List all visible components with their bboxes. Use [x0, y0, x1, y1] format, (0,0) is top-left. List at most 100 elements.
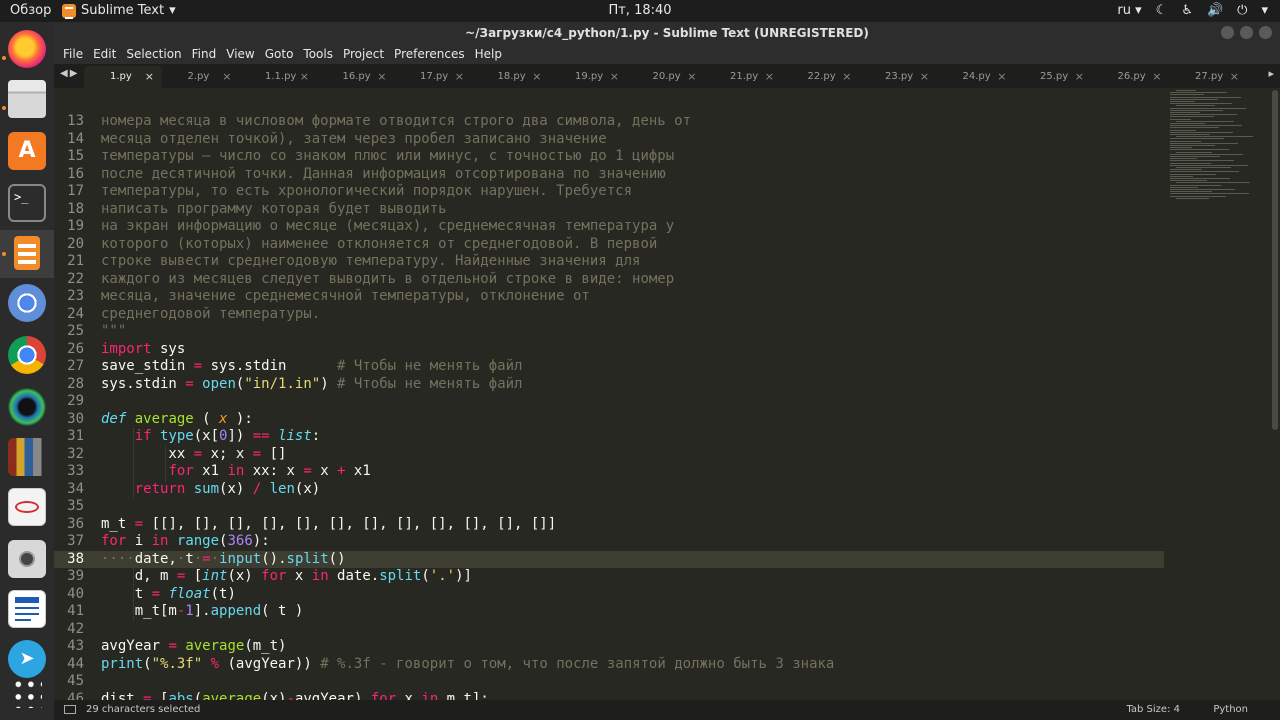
- code-line[interactable]: 45: [54, 673, 1164, 691]
- close-tab-icon[interactable]: ×: [842, 66, 851, 88]
- close-tab-icon[interactable]: ×: [300, 66, 309, 88]
- maximize-button[interactable]: [1240, 26, 1253, 39]
- menu-view[interactable]: View: [221, 44, 259, 64]
- volume-icon[interactable]: 🔊: [1207, 3, 1223, 18]
- tab-25-py[interactable]: 25.py ×: [1014, 66, 1092, 88]
- close-tab-icon[interactable]: ×: [687, 66, 696, 88]
- close-tab-icon[interactable]: ×: [920, 66, 929, 88]
- menu-help[interactable]: Help: [470, 44, 507, 64]
- code-line[interactable]: 30 def average ( x ):: [54, 411, 1164, 429]
- menu-file[interactable]: File: [58, 44, 88, 64]
- code-line[interactable]: 44 print("%.3f" % (avgYear)) # %.3f - гов…: [54, 656, 1164, 674]
- tab-22-py[interactable]: 22.py ×: [782, 66, 860, 88]
- code-line[interactable]: 16 после десятичной точки. Данная информа…: [54, 166, 1164, 184]
- tab-19-py[interactable]: 19.py ×: [549, 66, 627, 88]
- code-line[interactable]: 43 avgYear = average(m_t): [54, 638, 1164, 656]
- code-line[interactable]: 23 месяца, значение среднемесячной темпер…: [54, 288, 1164, 306]
- clock[interactable]: Пт, 18:40: [0, 3, 1280, 18]
- code-line[interactable]: 21 строке вывести среднегодовую температу…: [54, 253, 1164, 271]
- close-tab-icon[interactable]: ×: [1075, 66, 1084, 88]
- menu-goto[interactable]: Goto: [260, 44, 299, 64]
- chevron-down-icon[interactable]: ▾: [1261, 3, 1268, 18]
- tab-2-py[interactable]: 2.py ×: [162, 66, 240, 88]
- calibre-icon[interactable]: [8, 438, 46, 476]
- code-line[interactable]: 31 if type(x[0]) == list:: [54, 428, 1164, 446]
- code-line[interactable]: 35: [54, 498, 1164, 516]
- close-tab-icon[interactable]: ×: [532, 66, 541, 88]
- sublime-text-icon[interactable]: [0, 230, 54, 278]
- apps-grid-icon[interactable]: [12, 678, 42, 708]
- close-tab-icon[interactable]: ×: [1230, 66, 1239, 88]
- syntax-indicator[interactable]: Python: [1213, 700, 1248, 720]
- firefox-icon[interactable]: [8, 30, 46, 68]
- tab-21-py[interactable]: 21.py ×: [704, 66, 782, 88]
- tab-24-py[interactable]: 24.py ×: [937, 66, 1015, 88]
- code-line[interactable]: 17 температуры, то есть хронологический п…: [54, 183, 1164, 201]
- code-line[interactable]: 39 d, m = [int(x) for x in date.split('.…: [54, 568, 1164, 586]
- screenshot-icon[interactable]: [8, 540, 46, 578]
- code-line[interactable]: 34 return sum(x) / len(x): [54, 481, 1164, 499]
- menu-edit[interactable]: Edit: [88, 44, 121, 64]
- menu-preferences[interactable]: Preferences: [389, 44, 470, 64]
- code-line[interactable]: 18 написать программу которая будет вывод…: [54, 201, 1164, 219]
- tab-overflow-icon[interactable]: ▸: [1268, 67, 1274, 80]
- tab-1-py[interactable]: 1.py ×: [84, 66, 162, 88]
- code-line[interactable]: 27 save_stdin = sys.stdin # Чтобы не меня…: [54, 358, 1164, 376]
- menu-selection[interactable]: Selection: [121, 44, 186, 64]
- close-tab-icon[interactable]: ×: [1152, 66, 1161, 88]
- tab-18-py[interactable]: 18.py ×: [472, 66, 550, 88]
- tab-size-indicator[interactable]: Tab Size: 4: [1126, 700, 1180, 720]
- code-line[interactable]: 41 m_t[m-1].append( t ): [54, 603, 1164, 621]
- panel-toggle-icon[interactable]: [64, 705, 76, 714]
- code-line[interactable]: 15 температуры — число со знаком плюс или…: [54, 148, 1164, 166]
- code-line[interactable]: 33 for x1 in xx: x = x + x1: [54, 463, 1164, 481]
- code-editor[interactable]: 13 номера месяца в числовом формате отвод…: [54, 88, 1280, 708]
- minimize-button[interactable]: [1221, 26, 1234, 39]
- code-line[interactable]: 36 m_t = [[], [], [], [], [], [], [], [],…: [54, 516, 1164, 534]
- close-tab-icon[interactable]: ×: [377, 66, 386, 88]
- code-line[interactable]: 28 sys.stdin = open("in/1.in") # Чтобы не…: [54, 376, 1164, 394]
- tab-nav-arrows-icon[interactable]: ◀▶: [60, 68, 79, 79]
- menu-tools[interactable]: Tools: [298, 44, 338, 64]
- code-line[interactable]: 25 """: [54, 323, 1164, 341]
- code-line[interactable]: 29: [54, 393, 1164, 411]
- close-tab-icon[interactable]: ×: [455, 66, 464, 88]
- accessibility-icon[interactable]: ♿: [1181, 3, 1193, 18]
- code-line[interactable]: 38 ····date,·t·=·input().split(): [54, 550, 1164, 568]
- libreoffice-writer-icon[interactable]: [8, 590, 46, 628]
- close-tab-icon[interactable]: ×: [222, 66, 231, 88]
- tab-23-py[interactable]: 23.py ×: [859, 66, 937, 88]
- tab-1-1-py[interactable]: 1.1.py ×: [239, 66, 317, 88]
- minimap[interactable]: [1170, 90, 1270, 210]
- code-line[interactable]: 22 каждого из месяцев следует выводить в …: [54, 271, 1164, 289]
- ubuntu-icon[interactable]: [8, 388, 46, 426]
- close-tab-icon[interactable]: ×: [765, 66, 774, 88]
- chrome-icon[interactable]: [8, 336, 46, 374]
- code-line[interactable]: 19 на экран информацию о месяце (месяцах)…: [54, 218, 1164, 236]
- telegram-icon[interactable]: ➤: [8, 640, 46, 678]
- night-light-icon[interactable]: ☾: [1156, 3, 1168, 18]
- close-tab-icon[interactable]: ×: [145, 66, 154, 88]
- tab-16-py[interactable]: 16.py ×: [317, 66, 395, 88]
- close-button[interactable]: [1259, 26, 1272, 39]
- evince-icon[interactable]: [8, 488, 46, 526]
- terminal-icon[interactable]: >_: [8, 184, 46, 222]
- software-center-icon[interactable]: A: [8, 132, 46, 170]
- code-line[interactable]: 40 t = float(t): [54, 586, 1164, 604]
- tab-26-py[interactable]: 26.py ×: [1092, 66, 1170, 88]
- tab-27-py[interactable]: 27.py ×: [1169, 66, 1247, 88]
- code-line[interactable]: 24 среднегодовой температуры.: [54, 306, 1164, 324]
- code-line[interactable]: 20 которого (которых) наименее отклоняетс…: [54, 236, 1164, 254]
- code-line[interactable]: 37 for i in range(366):: [54, 533, 1164, 551]
- code-line[interactable]: 13 номера месяца в числовом формате отвод…: [54, 113, 1164, 131]
- tab-17-py[interactable]: 17.py ×: [394, 66, 472, 88]
- close-tab-icon[interactable]: ×: [997, 66, 1006, 88]
- code-line[interactable]: 42: [54, 621, 1164, 639]
- code-line[interactable]: 26 import sys: [54, 341, 1164, 359]
- power-icon[interactable]: ⏻: [1237, 3, 1247, 18]
- files-icon[interactable]: [8, 80, 46, 118]
- menu-project[interactable]: Project: [338, 44, 389, 64]
- vertical-scrollbar[interactable]: [1272, 90, 1278, 430]
- close-tab-icon[interactable]: ×: [610, 66, 619, 88]
- tab-20-py[interactable]: 20.py ×: [627, 66, 705, 88]
